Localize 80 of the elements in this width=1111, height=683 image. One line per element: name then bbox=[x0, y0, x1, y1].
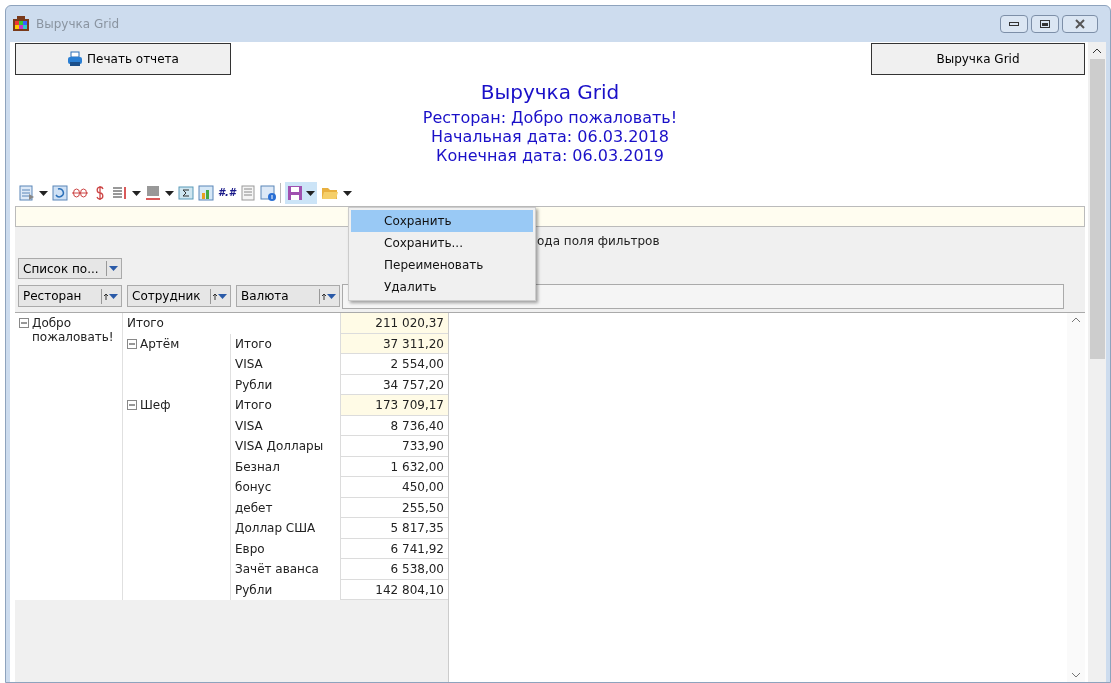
row-field-button[interactable]: Ресторан bbox=[18, 285, 122, 307]
restore-icon bbox=[1040, 20, 1050, 28]
caret-icon[interactable] bbox=[132, 190, 141, 196]
close-icon bbox=[1074, 19, 1086, 29]
total-label: Итого bbox=[234, 397, 273, 414]
window-title: Выручка Grid bbox=[36, 16, 120, 33]
row-header-cell: Артём bbox=[140, 336, 180, 351]
grid-button[interactable]: Выручка Grid bbox=[871, 43, 1085, 75]
scroll-up-icon bbox=[1093, 48, 1101, 53]
menu-item[interactable]: Сохранить... bbox=[351, 232, 533, 254]
report-subtitle: Ресторан: Добро пожаловать! bbox=[422, 108, 678, 127]
collapse-icon[interactable] bbox=[19, 318, 29, 328]
caret-icon[interactable] bbox=[39, 190, 48, 196]
field-list-dropdown[interactable]: Список по... bbox=[18, 258, 122, 279]
filter-hint: ода поля фильтров bbox=[537, 233, 660, 250]
caret-icon[interactable] bbox=[305, 190, 315, 196]
value-cell: 1 632,00 bbox=[340, 456, 448, 477]
row-label: VISA Доллары bbox=[234, 438, 325, 455]
sort-icon bbox=[213, 292, 227, 300]
caret-icon bbox=[109, 266, 118, 271]
app-icon bbox=[12, 16, 30, 32]
value-cell: 6 538,00 bbox=[340, 559, 448, 580]
printer-icon bbox=[67, 51, 84, 67]
scroll-up-icon bbox=[1072, 317, 1080, 322]
row-label: Рубли bbox=[234, 376, 274, 394]
strikethrough-icon[interactable] bbox=[72, 185, 88, 201]
report-title: Выручка Grid bbox=[480, 79, 620, 106]
total-label: Итого bbox=[126, 315, 165, 332]
value-cell: 255,50 bbox=[340, 497, 448, 518]
number-format-button[interactable]: #.# bbox=[218, 188, 236, 198]
report-subtitle: Начальная дата: 06.03.2018 bbox=[431, 127, 669, 146]
collapse-icon[interactable] bbox=[127, 338, 137, 349]
minimize-icon bbox=[1009, 22, 1019, 26]
row-label: Зачёт аванса bbox=[234, 561, 320, 578]
menu-item[interactable]: Переименовать bbox=[351, 254, 533, 276]
row-label: Безнал bbox=[234, 458, 281, 476]
grid-scrollbar[interactable] bbox=[1067, 313, 1085, 682]
value-cell: 142 804,10 bbox=[340, 579, 448, 600]
value-cell: 173 709,17 bbox=[340, 395, 448, 416]
sum-icon[interactable] bbox=[178, 185, 194, 201]
value-cell: 211 020,37 bbox=[340, 313, 448, 334]
value-cell: 37 311,20 bbox=[340, 333, 448, 354]
sort-icon bbox=[322, 292, 336, 300]
value-cell: 5 817,35 bbox=[340, 518, 448, 539]
column-width-icon[interactable] bbox=[112, 185, 128, 201]
menu-item[interactable]: Сохранить bbox=[351, 210, 533, 232]
row-label: VISA bbox=[234, 356, 264, 373]
row-label: Доллар США bbox=[234, 520, 317, 537]
save-split-button[interactable] bbox=[284, 182, 317, 204]
row-label: VISA bbox=[234, 417, 264, 435]
table-refresh-icon[interactable] bbox=[52, 185, 68, 201]
row-field-button[interactable]: Валюта bbox=[236, 285, 340, 307]
value-cell: 450,00 bbox=[340, 477, 448, 498]
report-subtitle: Конечная дата: 06.03.2019 bbox=[436, 146, 664, 165]
collapse-icon[interactable] bbox=[127, 400, 137, 410]
row-label: Рубли bbox=[234, 581, 274, 599]
row-label: Евро bbox=[234, 540, 266, 558]
caret-icon[interactable] bbox=[342, 190, 352, 196]
menu-item[interactable]: Удалить bbox=[351, 276, 533, 298]
value-cell: 733,90 bbox=[340, 436, 448, 457]
value-cell: 6 741,92 bbox=[340, 538, 448, 559]
value-cell: 2 554,00 bbox=[340, 354, 448, 375]
maximize-button[interactable] bbox=[1031, 15, 1059, 33]
sort-icon bbox=[104, 292, 118, 300]
caret-icon[interactable] bbox=[165, 190, 174, 196]
close-button[interactable] bbox=[1062, 15, 1098, 33]
row-label: бонус bbox=[234, 479, 273, 496]
row-label: дебет bbox=[234, 499, 274, 517]
value-cell: 34 757,20 bbox=[340, 374, 448, 395]
row-header-cell: Шеф bbox=[140, 398, 171, 412]
scroll-thumb[interactable] bbox=[1089, 59, 1105, 359]
scroll-down-icon bbox=[1072, 673, 1080, 678]
window-scrollbar[interactable] bbox=[1088, 42, 1106, 682]
value-cell: 8 736,40 bbox=[340, 415, 448, 436]
print-report-button[interactable]: Печать отчета bbox=[15, 43, 231, 75]
row-field-button[interactable]: Сотрудник bbox=[127, 285, 231, 307]
minimize-button[interactable] bbox=[1000, 15, 1028, 33]
row-header-cell-text: Добро пожаловать! bbox=[32, 316, 115, 344]
total-label: Итого bbox=[234, 335, 273, 353]
table-info-icon[interactable] bbox=[259, 185, 276, 201]
